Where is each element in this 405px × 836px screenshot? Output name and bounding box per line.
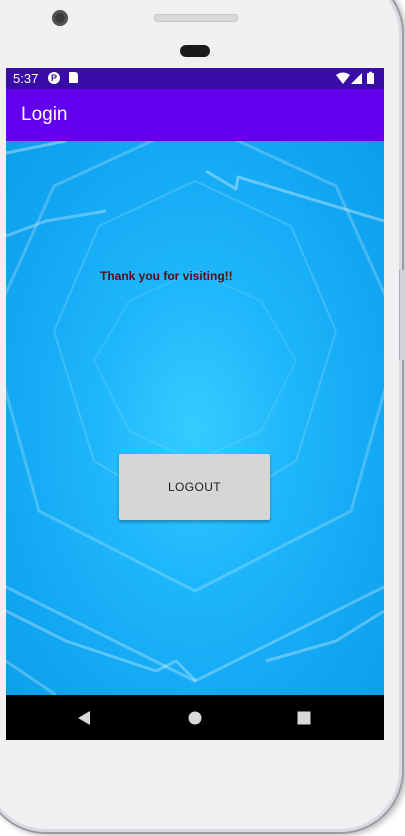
status-indicators xyxy=(336,71,374,84)
back-icon[interactable] xyxy=(73,707,95,729)
status-time: 5:37 xyxy=(13,71,39,86)
app-title: Login xyxy=(21,104,68,125)
recents-icon[interactable] xyxy=(293,707,315,729)
power-button[interactable] xyxy=(399,270,405,360)
p-notification-icon: P xyxy=(48,72,60,84)
sd-card-icon xyxy=(69,72,78,83)
app-bar: Login xyxy=(6,89,384,141)
earpiece xyxy=(180,45,210,57)
battery-icon xyxy=(367,73,374,84)
logout-button[interactable]: LOGOUT xyxy=(119,454,270,520)
content-area: Thank you for visiting!! LOGOUT xyxy=(6,141,384,695)
background-pattern xyxy=(6,141,384,695)
thank-you-message: Thank you for visiting!! xyxy=(100,269,233,283)
home-icon[interactable] xyxy=(184,707,206,729)
signal-icon xyxy=(351,73,362,84)
navigation-bar xyxy=(6,695,384,740)
device: 5:37 P Login Thank you for visiting!! LO… xyxy=(0,0,405,836)
front-camera xyxy=(52,10,68,26)
screen: 5:37 P Login Thank you for visiting!! LO… xyxy=(6,68,384,740)
status-bar: 5:37 P xyxy=(6,68,384,89)
speaker-grille xyxy=(154,14,238,22)
wifi-icon xyxy=(336,72,350,84)
